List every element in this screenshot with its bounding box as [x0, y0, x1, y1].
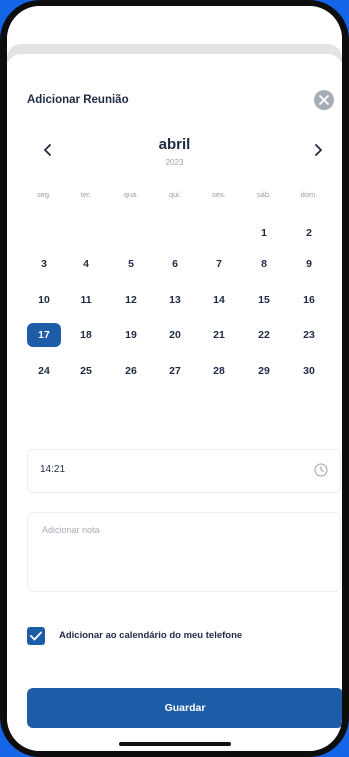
clock-icon[interactable] — [314, 463, 328, 477]
calendar-day[interactable]: 15 — [247, 288, 281, 312]
checkmark-icon — [30, 631, 42, 641]
year-label: 2023 — [165, 158, 184, 167]
calendar-day[interactable]: 8 — [247, 252, 281, 276]
calendar-day[interactable]: 28 — [202, 359, 236, 383]
close-button[interactable] — [314, 90, 334, 110]
home-indicator — [119, 742, 231, 746]
status-area — [7, 6, 342, 48]
calendar-day[interactable]: 21 — [202, 323, 236, 347]
calendar-day[interactable]: 4 — [69, 252, 103, 276]
phone-calendar-label[interactable]: Adicionar ao calendário do meu telefone — [59, 630, 242, 641]
calendar-day[interactable]: 11 — [69, 288, 103, 312]
save-button[interactable]: Guardar — [27, 688, 342, 728]
calendar-day[interactable]: 1 — [247, 221, 281, 245]
modal-title: Adicionar Reunião — [27, 94, 129, 106]
calendar-day[interactable]: 10 — [27, 288, 61, 312]
calendar-day[interactable]: 2 — [292, 221, 326, 245]
calendar-day[interactable]: 24 — [27, 359, 61, 383]
calendar-day[interactable]: 12 — [114, 288, 148, 312]
chevron-right-icon — [315, 144, 322, 156]
note-textarea[interactable]: Adicionar nota — [27, 512, 341, 592]
calendar-day[interactable]: 6 — [158, 252, 192, 276]
weekday-label: qua. — [123, 190, 139, 199]
weekday-label: ter. — [80, 190, 92, 199]
weekday-label: seg. — [36, 190, 52, 199]
time-value: 14:21 — [40, 464, 66, 475]
weekday-label: sáb. — [256, 190, 272, 199]
calendar-day[interactable]: 16 — [292, 288, 326, 312]
time-field[interactable]: 14:21 — [27, 449, 341, 493]
next-month-button[interactable] — [308, 140, 328, 160]
calendar-day[interactable]: 20 — [158, 323, 192, 347]
calendar-day[interactable]: 30 — [292, 359, 326, 383]
calendar-day[interactable]: 9 — [292, 252, 326, 276]
calendar-day[interactable]: 7 — [202, 252, 236, 276]
phone-frame: Adicionar Reunião abril 2023 14:21 Adici… — [0, 0, 349, 757]
calendar-day[interactable]: 3 — [27, 252, 61, 276]
phone-calendar-checkbox[interactable] — [27, 627, 45, 645]
calendar-day[interactable]: 27 — [158, 359, 192, 383]
calendar-day[interactable]: 18 — [69, 323, 103, 347]
calendar-day[interactable]: 26 — [114, 359, 148, 383]
calendar-day-selected[interactable]: 17 — [27, 323, 61, 347]
calendar-day[interactable]: 23 — [292, 323, 326, 347]
weekday-label: qui. — [168, 190, 182, 199]
screen: Adicionar Reunião abril 2023 14:21 Adici… — [7, 6, 342, 751]
weekday-label: sex. — [212, 190, 226, 199]
calendar-day[interactable]: 25 — [69, 359, 103, 383]
calendar-day[interactable]: 13 — [158, 288, 192, 312]
calendar-day[interactable]: 14 — [202, 288, 236, 312]
weekday-label: dom. — [300, 190, 318, 199]
close-icon — [319, 95, 329, 105]
calendar-day[interactable]: 19 — [114, 323, 148, 347]
calendar-day[interactable]: 5 — [114, 252, 148, 276]
month-label: abril — [158, 136, 191, 153]
calendar-day[interactable]: 22 — [247, 323, 281, 347]
calendar-day[interactable]: 29 — [247, 359, 281, 383]
note-placeholder: Adicionar nota — [42, 525, 100, 535]
